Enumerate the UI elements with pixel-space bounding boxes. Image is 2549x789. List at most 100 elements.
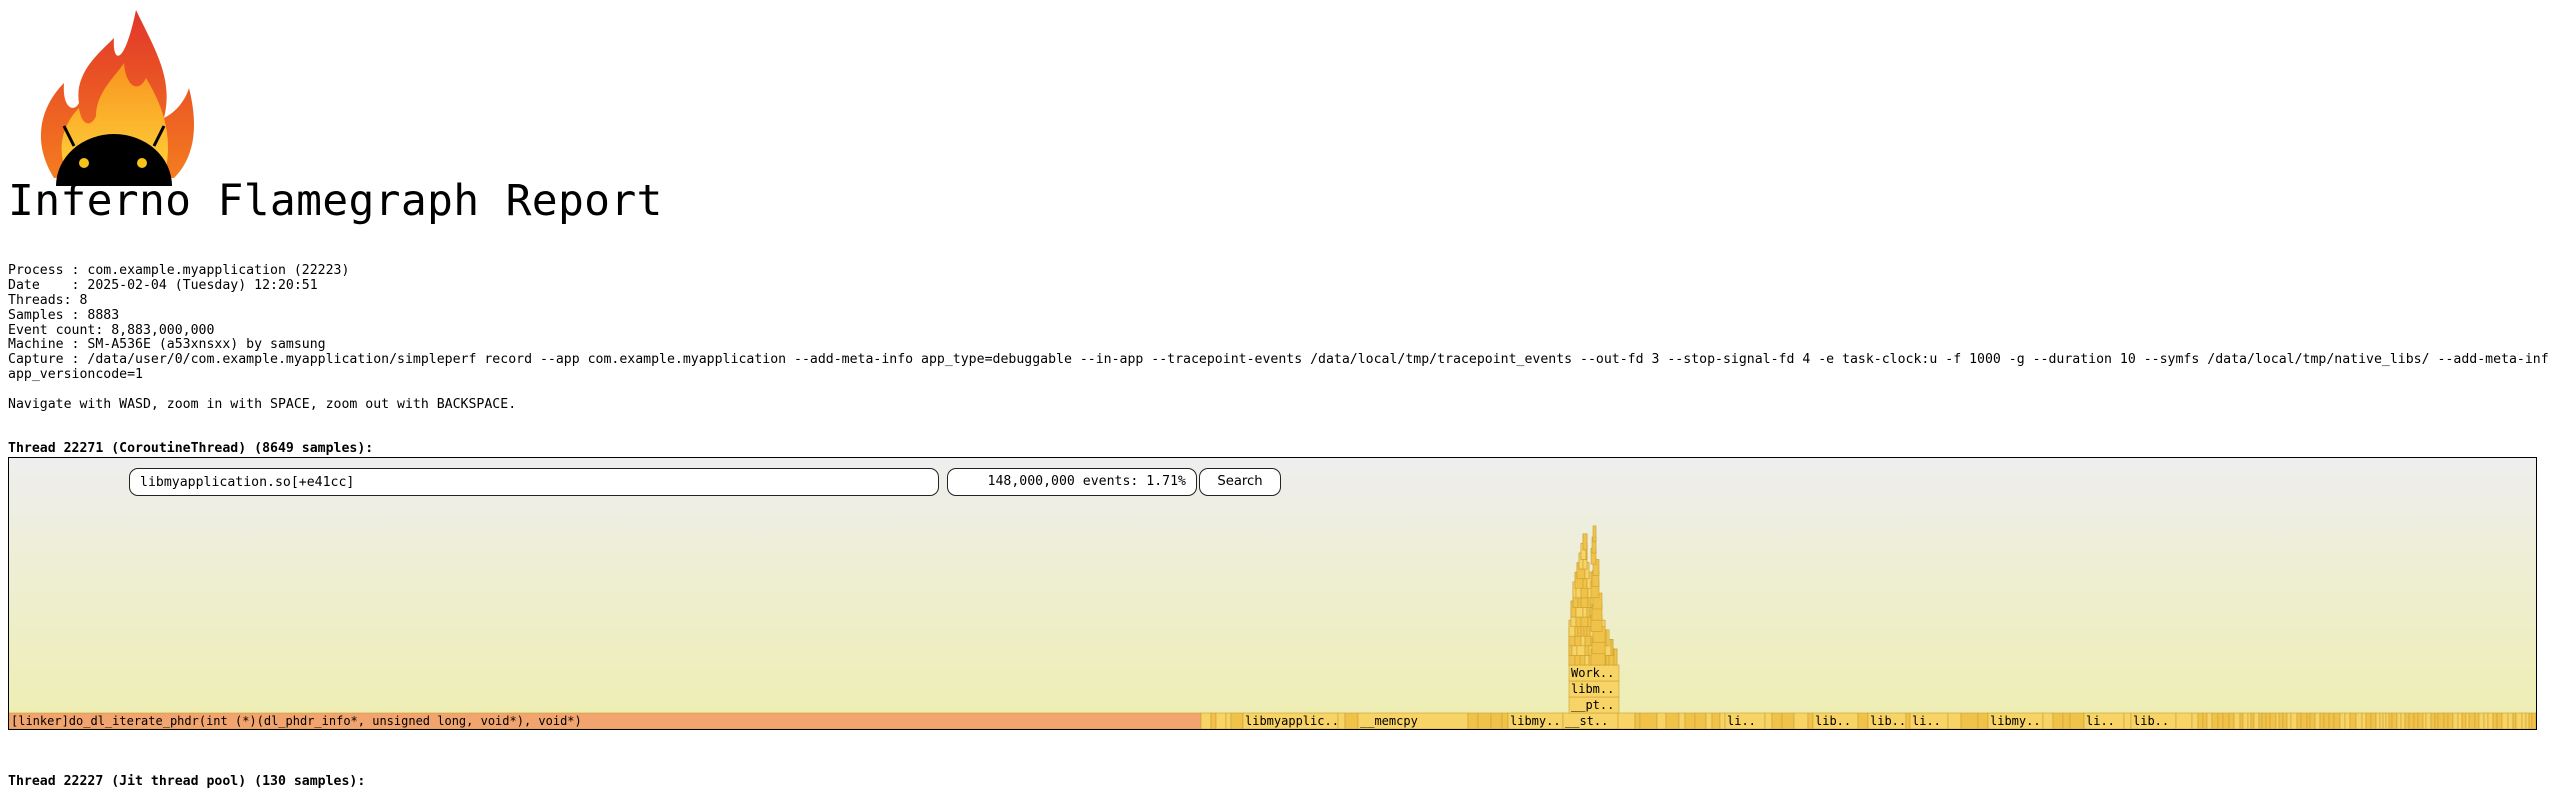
flame-frame[interactable] (2385, 712, 2390, 729)
flame-frame[interactable] (1711, 712, 1721, 729)
flame-frame[interactable] (2222, 712, 2230, 729)
flame-frame[interactable] (2282, 712, 2288, 729)
flame-frame[interactable] (2355, 712, 2363, 729)
flame-frame[interactable] (2206, 712, 2213, 729)
flame-frame[interactable] (2052, 712, 2064, 729)
flame-frame[interactable] (2250, 712, 2255, 729)
flame-frame[interactable] (2474, 712, 2480, 729)
flame-frame[interactable] (2461, 712, 2467, 729)
flame-frame[interactable] (1210, 712, 1217, 729)
flame-frame[interactable] (1606, 629, 1610, 647)
flame-frame[interactable] (1610, 639, 1614, 656)
flame-frame[interactable] (2535, 712, 2537, 729)
flame-frame[interactable] (2437, 712, 2445, 729)
flame-frame[interactable] (2290, 712, 2298, 729)
search-input[interactable] (129, 468, 939, 496)
flame-frame[interactable] (1634, 712, 1641, 729)
flame-frame[interactable] (2531, 712, 2536, 729)
flame-frame[interactable] (2228, 712, 2235, 729)
flame-frame[interactable] (2370, 712, 2377, 729)
flame-frame[interactable] (2400, 712, 2406, 729)
flame-frame[interactable] (1905, 712, 1911, 729)
flame-frame[interactable] (2483, 712, 2489, 729)
flame-frame[interactable] (1665, 712, 1680, 729)
flame-frame[interactable] (2507, 712, 2514, 729)
flame-frame[interactable] (2512, 712, 2517, 729)
search-button[interactable]: Search (1199, 468, 1281, 496)
flame-frame[interactable] (2253, 712, 2260, 729)
flame-frame[interactable] (1582, 533, 1588, 551)
flame-frame[interactable] (2197, 712, 2204, 729)
flame-frame[interactable] (1694, 712, 1707, 729)
flame-frame[interactable] (2123, 712, 2132, 729)
flame-frame[interactable] (1960, 712, 1979, 729)
flame-frame[interactable] (2261, 712, 2267, 729)
flame-frame[interactable] (1467, 712, 1479, 729)
flame-frame[interactable] (1678, 712, 1686, 729)
flame-frame[interactable] (2468, 712, 2476, 729)
flame-frame[interactable] (2319, 712, 2325, 729)
flame-frame[interactable] (2452, 712, 2459, 729)
flame-frame[interactable] (2258, 712, 2263, 729)
flame-frame[interactable] (2501, 712, 2509, 729)
flame-frame[interactable] (1200, 712, 1212, 729)
flame-frame[interactable] (1684, 712, 1696, 729)
flame-frame[interactable] (2465, 712, 2470, 729)
flame-frame[interactable] (2328, 712, 2335, 729)
flame-frame[interactable] (1781, 712, 1795, 729)
flamegraph-svg[interactable]: [linker]do_dl_iterate_phdr(int (*)(dl_ph… (9, 458, 2537, 730)
flame-frame[interactable] (2408, 712, 2415, 729)
flame-frame[interactable] (2278, 712, 2284, 729)
flame-frame[interactable] (2300, 712, 2308, 729)
flame-frame[interactable] (1501, 712, 1509, 729)
flame-frame[interactable] (1771, 712, 1783, 729)
flame-frame[interactable] (2309, 712, 2316, 729)
flame-frame[interactable] (1656, 712, 1667, 729)
flame-frame[interactable] (2425, 712, 2432, 729)
flame-frame[interactable] (2202, 712, 2208, 729)
flame-frame[interactable] (2339, 712, 2346, 729)
flame-frame[interactable] (1719, 712, 1726, 729)
flame-frame[interactable] (2430, 712, 2436, 729)
flamegraph-panel[interactable]: [linker]do_dl_iterate_phdr(int (*)(dl_ph… (8, 457, 2537, 730)
flame-frame[interactable] (2062, 712, 2071, 729)
flame-frame[interactable] (1857, 712, 1869, 729)
flame-frame[interactable] (2404, 712, 2410, 729)
flame-frame[interactable] (2422, 712, 2427, 729)
flame-frame[interactable] (2361, 712, 2367, 729)
flame-frame[interactable] (2191, 712, 2199, 729)
flame-frame[interactable] (2457, 712, 2463, 729)
flame-frame[interactable] (1344, 712, 1359, 729)
flame-frame[interactable] (2314, 712, 2321, 729)
flame-frame[interactable] (2323, 712, 2330, 729)
flame-frame[interactable] (2217, 712, 2224, 729)
flame-frame[interactable] (2247, 712, 2252, 729)
flame-frame[interactable] (2478, 712, 2485, 729)
flame-frame[interactable] (2296, 712, 2302, 729)
flame-frame[interactable] (1337, 712, 1346, 729)
flame-frame[interactable] (2525, 712, 2530, 729)
flame-frame[interactable] (2417, 712, 2424, 729)
flame-frame[interactable] (2434, 712, 2439, 729)
flame-frame[interactable] (2233, 712, 2241, 729)
flame-frame[interactable] (2443, 712, 2449, 729)
flame-frame[interactable] (1225, 712, 1232, 729)
flame-frame[interactable] (2492, 712, 2498, 729)
flame-frame[interactable] (2496, 712, 2503, 729)
flame-frame[interactable] (1793, 712, 1809, 729)
flame-frame[interactable] (2175, 712, 2193, 729)
flame-frame[interactable] (2239, 712, 2244, 729)
flame-frame[interactable] (2382, 712, 2387, 729)
flame-frame[interactable] (1947, 712, 1962, 729)
flame-frame[interactable] (1490, 712, 1503, 729)
flame-frame[interactable] (2365, 712, 2372, 729)
flame-frame[interactable] (2242, 712, 2249, 729)
flame-frame[interactable] (2269, 712, 2277, 729)
flame-frame[interactable] (2375, 712, 2381, 729)
flame-frame[interactable] (2306, 712, 2311, 729)
flame-frame[interactable] (2521, 712, 2527, 729)
flame-frame[interactable] (2447, 712, 2454, 729)
flame-frame[interactable] (2042, 712, 2054, 729)
flame-frame[interactable] (1230, 712, 1244, 729)
flame-frame[interactable] (2275, 712, 2280, 729)
